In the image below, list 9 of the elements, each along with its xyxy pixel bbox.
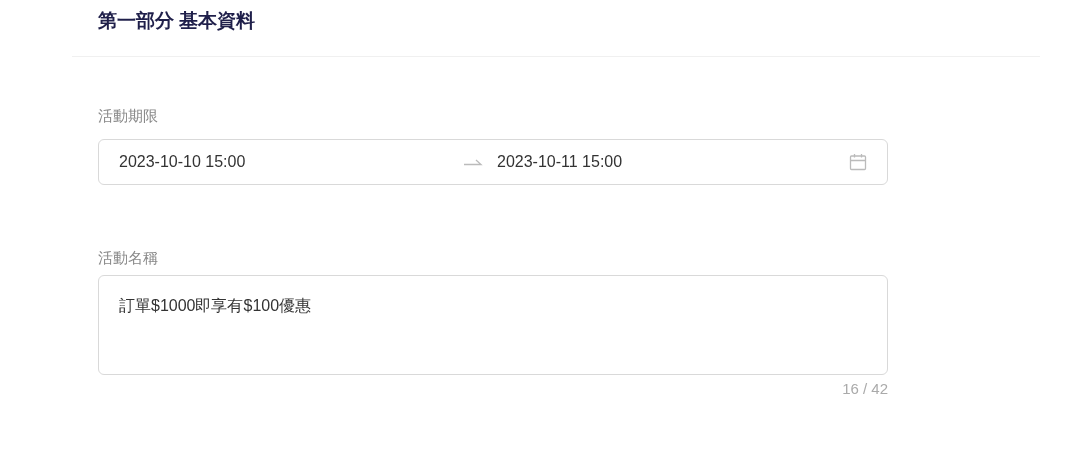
date-range-picker[interactable]: 2023-10-10 15:00 2023-10-11 15:00 [98,139,888,185]
field-label: 活動期限 [98,106,158,126]
calendar-icon[interactable] [849,153,867,171]
character-count: 16 / 42 [842,380,888,397]
start-date-field[interactable]: 2023-10-10 15:00 [119,153,459,171]
field-label: 活動名稱 [98,248,158,268]
end-date-field[interactable]: 2023-10-11 15:00 [497,153,837,171]
section-title: 第一部分 基本資料 [98,9,256,33]
text-area[interactable]: 訂單$1000即享有$100優惠 [98,275,888,375]
